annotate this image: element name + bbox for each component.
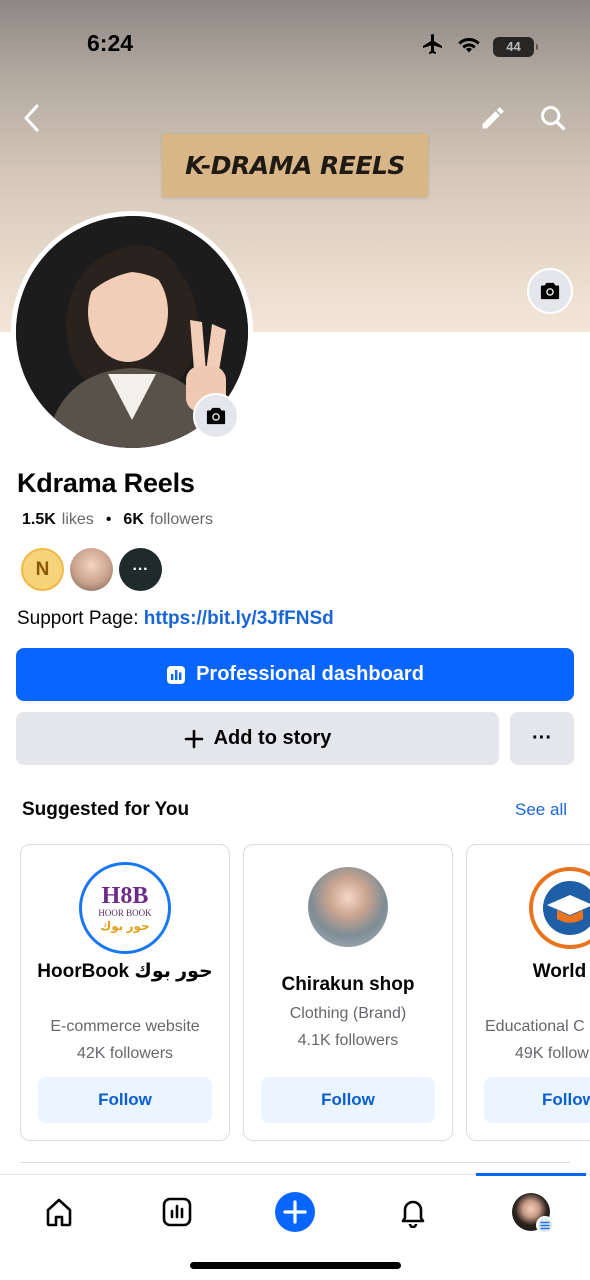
suggested-card[interactable]: H8B HOOR BOOK حور بوك HoorBook حور بوك E… xyxy=(20,844,230,1141)
card-category: Educational C xyxy=(485,1018,585,1035)
search-button[interactable] xyxy=(535,100,571,136)
more-options-button[interactable]: ··· xyxy=(510,712,574,765)
suggested-cards[interactable]: H8B HOOR BOOK حور بوك HoorBook حور بوك E… xyxy=(20,844,590,1142)
tab-create[interactable] xyxy=(270,1189,320,1235)
camera-icon xyxy=(206,407,226,425)
more-followers-button[interactable]: ··· xyxy=(119,548,162,591)
page-stats: 1.5K likes • 6K followers xyxy=(22,511,213,529)
world-education-logo xyxy=(529,867,590,949)
support-link[interactable]: https://bit.ly/3JfFNSd xyxy=(144,608,334,629)
active-tab-indicator xyxy=(476,1173,586,1176)
wifi-icon xyxy=(456,34,482,59)
professional-dashboard-button[interactable]: Professional dashboard xyxy=(16,648,574,701)
edit-button[interactable] xyxy=(475,100,511,136)
support-label: Support Page: xyxy=(17,608,139,629)
back-button[interactable] xyxy=(14,100,50,136)
home-indicator xyxy=(190,1262,401,1269)
follower-avatar-photo[interactable] xyxy=(70,548,113,591)
chevron-left-icon xyxy=(24,104,39,132)
professional-dashboard-label: Professional dashboard xyxy=(196,663,424,685)
stats-separator: • xyxy=(105,511,112,528)
menu-badge-icon xyxy=(536,1216,554,1234)
status-icons: 44 xyxy=(421,32,538,61)
tab-home[interactable] xyxy=(34,1189,84,1235)
hoorbook-logo-arabic: حور بوك xyxy=(100,918,150,933)
suggested-title: Suggested for You xyxy=(22,799,190,820)
search-icon xyxy=(540,105,566,131)
see-all-link[interactable]: See all xyxy=(515,800,567,820)
follow-button[interactable]: Follow xyxy=(484,1077,590,1123)
followers-label: followers xyxy=(149,511,214,528)
hoorbook-logo: H8B HOOR BOOK حور بوك xyxy=(79,862,171,954)
dashboard-icon xyxy=(162,1197,192,1227)
add-to-story-label: Add to story xyxy=(213,727,332,749)
card-category: E-commerce website xyxy=(50,1018,200,1035)
card-name[interactable]: World Education xyxy=(481,959,590,985)
follow-button[interactable]: Follow xyxy=(261,1077,435,1123)
card-followers: 42K followers xyxy=(76,1045,174,1062)
followers-count: 6K xyxy=(123,511,144,528)
airplane-icon xyxy=(421,32,445,61)
graduation-cap-icon xyxy=(543,881,590,935)
tab-profile[interactable] xyxy=(506,1189,556,1235)
card-category: Clothing (Brand) xyxy=(289,1005,407,1022)
plus-icon xyxy=(184,729,203,748)
follow-button[interactable]: Follow xyxy=(38,1077,212,1123)
card-followers: 4.1K followers xyxy=(297,1032,399,1049)
hoorbook-logo-mark: H8B xyxy=(101,882,149,909)
bell-icon xyxy=(401,1200,425,1228)
battery-icon: 44 xyxy=(493,36,538,57)
follower-avatar-n[interactable]: N xyxy=(21,548,64,591)
suggested-card[interactable]: World Education Educational C 49K follow… xyxy=(466,844,590,1141)
card-name[interactable]: Chirakun shop xyxy=(250,972,446,998)
page-name: Kdrama Reels xyxy=(17,468,195,498)
chirakun-avatar xyxy=(308,867,388,947)
likes-label: likes xyxy=(61,511,94,528)
suggested-card[interactable]: Chirakun shop Clothing (Brand) 4.1K foll… xyxy=(243,844,453,1141)
card-name[interactable]: HoorBook حور بوك xyxy=(27,959,223,985)
likes-count: 1.5K xyxy=(22,511,56,528)
pencil-icon xyxy=(482,107,504,129)
edit-profile-picture-button[interactable] xyxy=(193,393,239,439)
create-plus-icon xyxy=(275,1192,315,1232)
edit-cover-button[interactable] xyxy=(527,268,573,314)
home-icon xyxy=(46,1198,72,1227)
divider xyxy=(20,1162,570,1163)
hoorbook-logo-text: HOOR BOOK xyxy=(98,907,152,918)
status-time: 6:24 xyxy=(87,30,134,56)
dashboard-icon xyxy=(167,665,186,684)
cover-sign-text: K-DRAMA REELS xyxy=(162,134,428,197)
camera-icon xyxy=(540,282,560,300)
support-line: Support Page: https://bit.ly/3JfFNSd xyxy=(17,608,334,630)
card-followers: 49K follow xyxy=(515,1045,589,1062)
profile-tab-avatar xyxy=(512,1193,554,1234)
tab-dashboard[interactable] xyxy=(152,1189,202,1235)
follower-avatars[interactable]: N ··· xyxy=(21,548,162,591)
tab-notifications[interactable] xyxy=(388,1189,438,1235)
add-to-story-button[interactable]: Add to story xyxy=(16,712,499,765)
